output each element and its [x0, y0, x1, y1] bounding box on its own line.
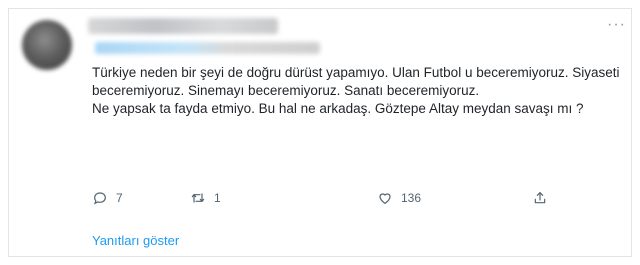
show-replies-link[interactable]: Yanıtları göster: [92, 233, 179, 248]
display-name-blurred[interactable]: [88, 18, 278, 34]
username-blurred[interactable]: [95, 42, 320, 54]
tweet-actions: 7 1 136: [92, 190, 562, 210]
retweet-icon: [190, 190, 206, 206]
retweet-count: 1: [214, 191, 221, 205]
heart-icon: [377, 190, 393, 206]
tweet-text-line: Ne yapsak ta fayda etmiyo. Bu hal ne ark…: [92, 101, 584, 116]
like-button[interactable]: 136: [377, 190, 421, 206]
reply-count: 7: [116, 191, 123, 205]
more-icon[interactable]: ···: [607, 17, 626, 33]
retweet-button[interactable]: 1: [190, 190, 221, 206]
share-icon: [532, 190, 548, 206]
like-count: 136: [401, 191, 422, 205]
tweet-text: Türkiye neden bir şeyi de doğru dürüst y…: [92, 64, 622, 118]
page: ··· Türkiye neden bir şeyi de doğru dürü…: [0, 0, 640, 265]
share-button[interactable]: [532, 190, 548, 206]
avatar[interactable]: [22, 20, 72, 70]
reply-icon: [92, 190, 108, 206]
reply-button[interactable]: 7: [92, 190, 123, 206]
tweet-text-line: Türkiye neden bir şeyi de doğru dürüst y…: [92, 65, 620, 98]
